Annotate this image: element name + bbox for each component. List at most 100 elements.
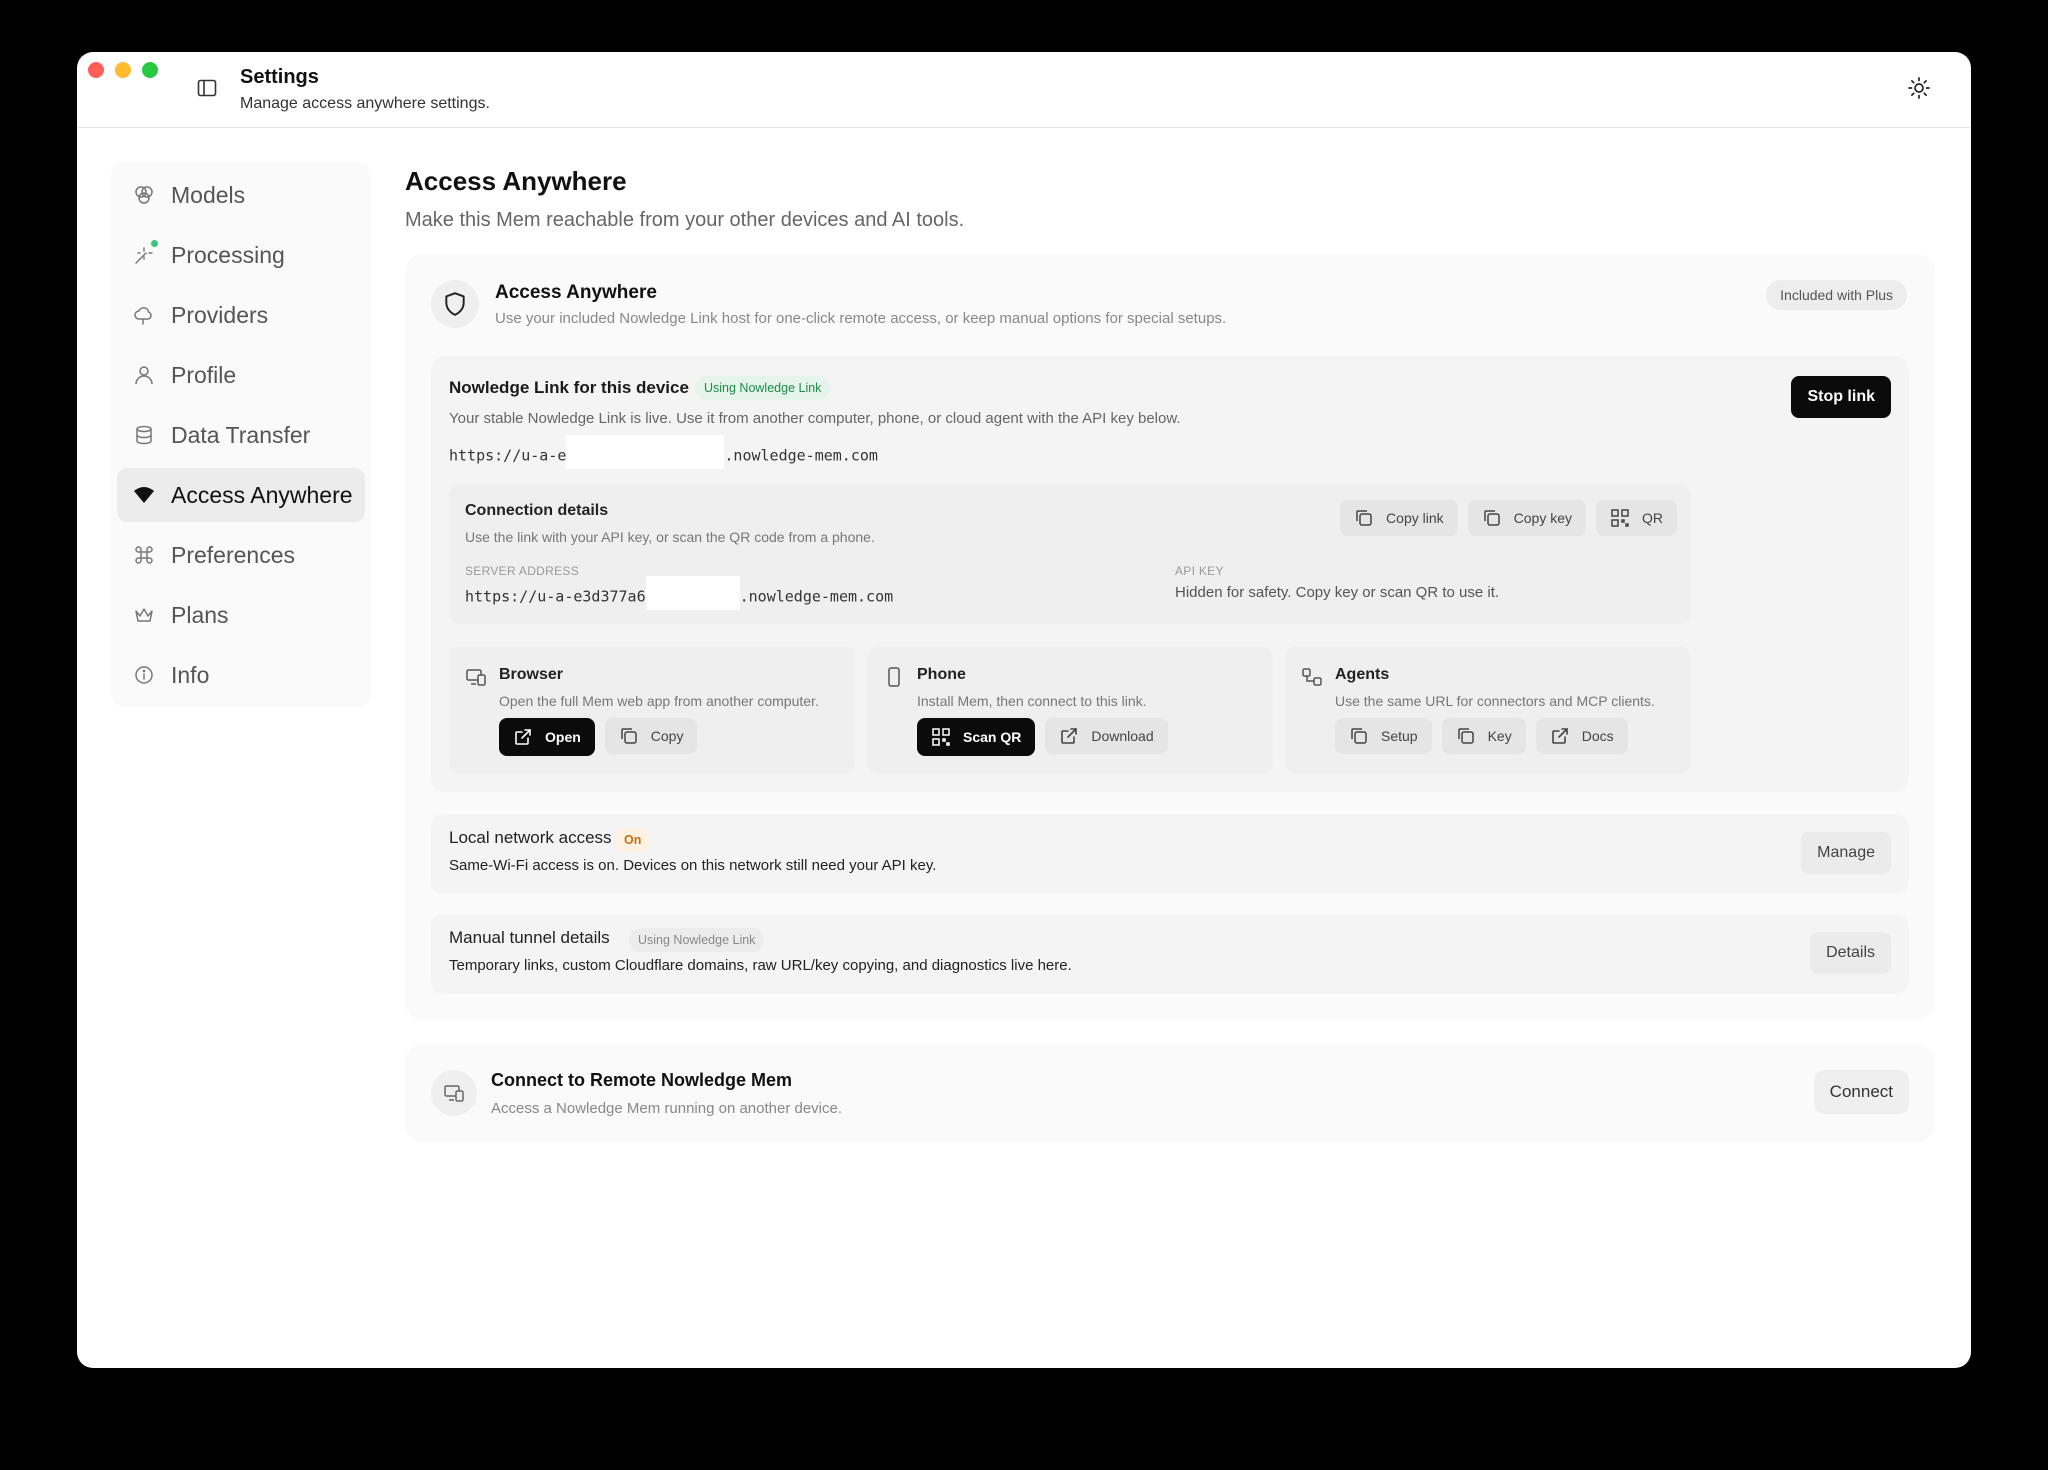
setup-label: Setup	[1381, 728, 1418, 744]
copy-link-button[interactable]: Copy link	[1340, 500, 1458, 536]
stop-link-button[interactable]: Stop link	[1791, 376, 1891, 418]
sidebar-item-models[interactable]: Models	[117, 168, 365, 222]
copy-icon	[619, 726, 639, 746]
connection-actions: Copy link Copy key QR	[1340, 500, 1677, 536]
minimize-window-button[interactable]	[115, 62, 131, 78]
copy-icon	[1482, 508, 1502, 528]
local-network-card: Local network access On Same-Wi-Fi acces…	[431, 814, 1909, 894]
status-dot	[151, 240, 158, 247]
redacted-mask	[645, 576, 740, 610]
server-address-label: SERVER ADDRESS	[465, 564, 580, 578]
zoom-window-button[interactable]	[142, 62, 158, 78]
sidebar-toggle-icon[interactable]	[197, 78, 217, 98]
docs-button[interactable]: Docs	[1535, 718, 1628, 754]
url-prefix: https://u-a-e	[449, 446, 567, 465]
open-label: Open	[545, 729, 581, 745]
link-url[interactable]: https://u-a-e .nowledge-mem.com	[449, 435, 878, 477]
connection-description: Use the link with your API key, or scan …	[465, 529, 875, 545]
scan-qr-button[interactable]: Scan QR	[917, 718, 1036, 756]
copy-key-label: Copy key	[1513, 510, 1572, 526]
settings-sidebar: Models Processing Providers Profile Data…	[111, 162, 371, 707]
sidebar-item-preferences[interactable]: Preferences	[117, 528, 365, 582]
local-network-description: Same-Wi-Fi access is on. Devices on this…	[449, 857, 937, 874]
database-icon	[133, 424, 155, 446]
qr-code-icon	[1610, 508, 1630, 528]
main-content: Access Anywhere Make this Mem reachable …	[405, 162, 1935, 1142]
nowledge-link-card: Nowledge Link for this device Using Nowl…	[431, 356, 1909, 792]
close-window-button[interactable]	[88, 62, 104, 78]
monitor-icon	[465, 666, 487, 688]
setup-button[interactable]: Setup	[1335, 718, 1432, 754]
sidebar-item-plans[interactable]: Plans	[117, 588, 365, 642]
copy-button[interactable]: Copy	[604, 718, 698, 754]
qr-code-icon	[931, 727, 951, 747]
plan-badge: Included with Plus	[1766, 280, 1907, 310]
sidebar-item-label: Access Anywhere	[171, 481, 353, 508]
download-button[interactable]: Download	[1045, 718, 1168, 754]
agents-title: Agents	[1335, 666, 1390, 683]
sidebar-item-label: Preferences	[171, 541, 296, 568]
browser-description: Open the full Mem web app from another c…	[499, 693, 819, 709]
access-anywhere-panel: Access Anywhere Use your included Nowled…	[405, 254, 1935, 1020]
phone-description: Install Mem, then connect to this link.	[917, 693, 1147, 709]
server-address-value[interactable]: https://u-a-e3d377a6 .nowledge-mem.com	[465, 576, 894, 610]
sidebar-item-label: Providers	[171, 301, 269, 328]
sidebar-item-access-anywhere[interactable]: Access Anywhere	[117, 468, 365, 522]
manual-tunnel-title: Manual tunnel details	[449, 928, 610, 947]
wifi-icon	[133, 484, 155, 506]
window-title: Settings	[240, 66, 319, 88]
browser-title: Browser	[499, 666, 564, 683]
sidebar-item-label: Info	[171, 661, 210, 688]
connection-details: Connection details Use the link with you…	[449, 484, 1691, 624]
panel-title: Access Anywhere	[495, 282, 657, 303]
shield-icon	[431, 280, 479, 328]
brain-icon	[133, 184, 155, 206]
url-suffix: .nowledge-mem.com	[724, 446, 878, 465]
external-link-icon	[513, 727, 533, 747]
phone-icon	[883, 666, 905, 688]
user-icon	[133, 364, 155, 386]
settings-window: Settings Manage access anywhere settings…	[77, 52, 1971, 1368]
devices-icon	[431, 1070, 477, 1116]
open-button[interactable]: Open	[499, 718, 595, 756]
copy-icon	[1354, 508, 1374, 528]
manual-tunnel-card: Manual tunnel details Using Nowledge Lin…	[431, 914, 1909, 994]
local-network-title: Local network access	[449, 828, 612, 847]
sidebar-item-label: Profile	[171, 361, 237, 388]
api-key-value: Hidden for safety. Copy key or scan QR t…	[1175, 584, 1500, 601]
manage-button[interactable]: Manage	[1801, 832, 1891, 874]
details-button[interactable]: Details	[1810, 932, 1891, 974]
copy-icon	[1456, 726, 1476, 746]
download-label: Download	[1091, 728, 1154, 744]
external-link-icon	[1059, 726, 1079, 746]
crown-icon	[133, 604, 155, 626]
copy-icon	[1349, 726, 1369, 746]
sun-icon[interactable]	[1907, 76, 1931, 100]
external-link-icon	[1550, 726, 1570, 746]
panel-description: Use your included Nowledge Link host for…	[495, 310, 1227, 327]
qr-button[interactable]: QR	[1596, 500, 1677, 536]
sidebar-item-profile[interactable]: Profile	[117, 348, 365, 402]
agents-card: Agents Use the same URL for connectors a…	[1285, 646, 1691, 774]
sidebar-item-label: Models	[171, 181, 246, 208]
copy-link-label: Copy link	[1386, 510, 1444, 526]
server-suffix: .nowledge-mem.com	[739, 587, 894, 606]
sidebar-item-data-transfer[interactable]: Data Transfer	[117, 408, 365, 462]
sidebar-item-providers[interactable]: Providers	[117, 288, 365, 342]
info-icon	[133, 664, 155, 686]
agents-icon	[1301, 666, 1323, 688]
server-prefix: https://u-a-e3d377a6	[465, 587, 646, 606]
sidebar-item-label: Plans	[171, 601, 229, 628]
sidebar-item-processing[interactable]: Processing	[117, 228, 365, 282]
sidebar-item-label: Processing	[171, 241, 285, 268]
sparkle-icon	[133, 244, 155, 266]
connect-button[interactable]: Connect	[1813, 1070, 1909, 1114]
sidebar-item-label: Data Transfer	[171, 421, 311, 448]
copy-label: Copy	[650, 728, 684, 744]
sidebar-item-info[interactable]: Info	[117, 648, 365, 702]
status-badge: On	[615, 828, 651, 852]
browser-card: Browser Open the full Mem web app from a…	[449, 646, 855, 774]
remote-connect-panel: Connect to Remote Nowledge Mem Access a …	[405, 1044, 1935, 1142]
key-button[interactable]: Key	[1441, 718, 1526, 754]
copy-key-button[interactable]: Copy key	[1467, 500, 1586, 536]
